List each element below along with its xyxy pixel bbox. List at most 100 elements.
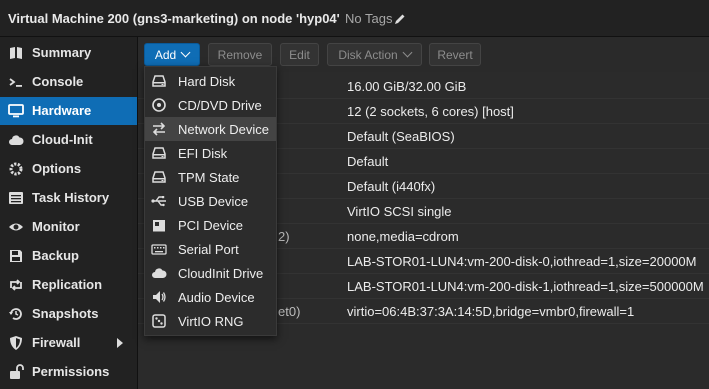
menu-item-audio-device[interactable]: Audio Device — [145, 285, 276, 309]
sidebar-item-snapshots[interactable]: Snapshots — [0, 300, 137, 328]
row-value: 16.00 GiB/32.00 GiB — [347, 79, 467, 94]
menu-item-cd-dvd-drive[interactable]: CD/DVD Drive — [145, 93, 276, 117]
sidebar-item-cloud-init[interactable]: Cloud-Init — [0, 126, 137, 154]
row-value: virtio=06:4B:37:3A:14:5D,bridge=vmbr0,fi… — [347, 304, 635, 319]
row-value: LAB-STOR01-LUN4:vm-200-disk-1,iothread=1… — [347, 279, 704, 294]
eye-icon — [9, 223, 23, 231]
sidebar-item-backup[interactable]: Backup — [0, 242, 137, 270]
row-key-tail: 2) — [278, 229, 290, 244]
sidebar-item-firewall[interactable]: Firewall — [0, 329, 137, 357]
vm-header: Virtual Machine 200 (gns3-marketing) on … — [0, 0, 709, 37]
sidebar-item-label: Permissions — [32, 364, 110, 379]
menu-item-label: CD/DVD Drive — [178, 98, 262, 113]
row-value: Default — [347, 154, 389, 169]
chevron-down-icon — [402, 47, 413, 58]
history-icon — [9, 308, 22, 320]
sidebar-item-label: Replication — [32, 277, 103, 292]
cloud-icon — [152, 268, 167, 278]
page-title: Virtual Machine 200 (gns3-marketing) on … — [8, 11, 340, 26]
menu-item-label: Hard Disk — [178, 74, 236, 89]
menu-item-usb-device[interactable]: USB Device — [145, 189, 276, 213]
expand-arrow-icon[interactable] — [117, 338, 123, 348]
row-value: Default (i440fx) — [347, 179, 436, 194]
gear-icon — [9, 162, 23, 176]
disk-action-label: Disk Action — [338, 48, 398, 62]
sidebar-item-options[interactable]: Options — [0, 155, 137, 183]
menu-item-serial-port[interactable]: Serial Port — [145, 237, 276, 261]
menu-item-label: Network Device — [178, 122, 270, 137]
menu-item-label: VirtIO RNG — [178, 314, 244, 329]
row-value: 12 (2 sockets, 6 cores) [host] — [347, 104, 514, 119]
row-value: Default (SeaBIOS) — [347, 129, 455, 144]
menu-item-label: CloudInit Drive — [178, 266, 264, 281]
row-value: LAB-STOR01-LUN4:vm-200-disk-0,iothread=1… — [347, 254, 697, 269]
menu-item-label: EFI Disk — [178, 146, 228, 161]
sidebar-item-label: Monitor — [32, 219, 80, 234]
sidebar-item-label: Task History — [32, 190, 110, 205]
revert-button-label: Revert — [437, 48, 473, 62]
menu-item-label: PCI Device — [178, 218, 244, 233]
sidebar-item-permissions[interactable]: Permissions — [0, 358, 137, 386]
sidebar-item-label: Cloud-Init — [32, 132, 93, 147]
retweet-icon — [10, 279, 22, 291]
disk-action-button[interactable]: Disk Action — [327, 43, 422, 66]
menu-item-hard-disk[interactable]: Hard Disk — [145, 69, 276, 93]
sidebar-item-label: Options — [32, 161, 82, 176]
row-key-tail: et0) — [278, 304, 301, 319]
menu-item-efi-disk[interactable]: EFI Disk — [145, 141, 276, 165]
row-value: none,media=cdrom — [347, 229, 459, 244]
remove-button-label: Remove — [217, 48, 263, 62]
sidebar-item-replication[interactable]: Replication — [0, 271, 137, 299]
sidebar: Summary Console Hardware Cloud-Init Opti… — [0, 37, 138, 389]
revert-button[interactable]: Revert — [429, 43, 481, 66]
add-dropdown-menu: Hard Disk CD/DVD Drive Network Device EF… — [144, 66, 277, 336]
sidebar-item-monitor[interactable]: Monitor — [0, 213, 137, 241]
sidebar-item-task-history[interactable]: Task History — [0, 184, 137, 212]
menu-item-pci-device[interactable]: PCI Device — [145, 213, 276, 237]
sidebar-item-label: Snapshots — [32, 306, 99, 321]
cloud-icon — [9, 135, 24, 145]
row-value: VirtIO SCSI single — [347, 204, 452, 219]
menu-item-virtio-rng[interactable]: VirtIO RNG — [145, 309, 276, 333]
sidebar-item-summary[interactable]: Summary — [0, 39, 137, 67]
menu-item-label: Serial Port — [178, 242, 239, 257]
menu-item-cloudinit-drive[interactable]: CloudInit Drive — [145, 261, 276, 285]
tags-label: No Tags — [345, 11, 393, 26]
sidebar-item-console[interactable]: Console — [0, 68, 137, 96]
unlock-icon — [10, 364, 24, 379]
list-icon — [9, 192, 23, 204]
sidebar-item-label: Console — [32, 74, 84, 89]
pencil-icon[interactable] — [394, 13, 406, 25]
add-button[interactable]: Add — [144, 43, 200, 66]
menu-item-label: TPM State — [178, 170, 240, 185]
remove-button[interactable]: Remove — [208, 43, 272, 66]
edit-button[interactable]: Edit — [280, 43, 319, 66]
usb-icon — [151, 196, 166, 207]
exchange-icon — [152, 122, 166, 136]
edit-button-label: Edit — [289, 48, 310, 62]
tags-area[interactable]: No Tags — [345, 11, 406, 26]
terminal-icon — [9, 78, 22, 87]
sidebar-item-label: Summary — [32, 45, 92, 60]
chevron-down-icon — [180, 47, 191, 58]
floppy-icon — [10, 250, 22, 262]
menu-item-network-device[interactable]: Network Device — [145, 117, 276, 141]
sidebar-item-label: Backup — [32, 248, 79, 263]
menu-item-label: Audio Device — [178, 290, 255, 305]
book-icon — [10, 47, 22, 59]
sidebar-item-hardware[interactable]: Hardware — [0, 97, 137, 125]
hdd-icon — [152, 171, 166, 183]
sidebar-item-label: Hardware — [32, 103, 92, 118]
dice-icon — [152, 314, 166, 328]
menu-item-label: USB Device — [178, 194, 249, 209]
disc-icon — [152, 98, 166, 112]
sidebar-item-label: Firewall — [32, 335, 81, 350]
hdd-icon — [152, 75, 166, 87]
shield-icon — [10, 336, 22, 350]
monitor-icon — [8, 104, 24, 118]
add-button-label: Add — [154, 48, 177, 62]
hdd-icon — [152, 147, 166, 159]
keyboard-icon — [151, 244, 167, 255]
menu-item-tpm-state[interactable]: TPM State — [145, 165, 276, 189]
volume-icon — [153, 291, 166, 303]
